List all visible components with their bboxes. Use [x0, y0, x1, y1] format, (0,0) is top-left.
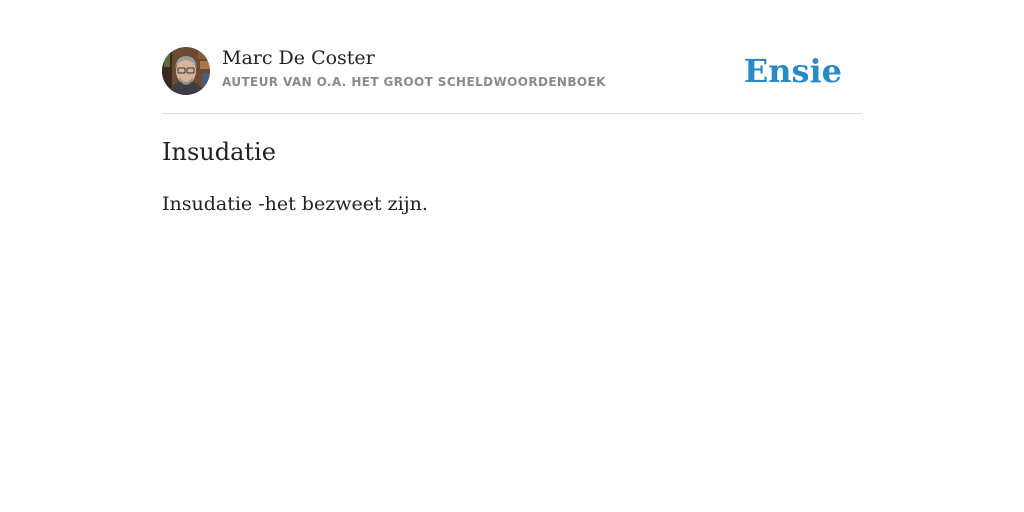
header-divider	[162, 113, 862, 114]
author-portrait-icon	[162, 47, 210, 95]
author-name[interactable]: Marc De Coster	[222, 47, 375, 69]
ensie-logo[interactable]: Ensie	[744, 51, 842, 91]
author-subtitle: AUTEUR VAN O.A. HET GROOT SCHELDWOORDENB…	[222, 75, 606, 89]
page: Marc De Coster AUTEUR VAN O.A. HET GROOT…	[0, 0, 1024, 512]
entry-definition: Insudatie -het bezweet zijn.	[162, 193, 428, 215]
author-avatar[interactable]	[162, 47, 210, 95]
entry-title: Insudatie	[162, 138, 276, 166]
author-header: Marc De Coster AUTEUR VAN O.A. HET GROOT…	[162, 47, 862, 95]
